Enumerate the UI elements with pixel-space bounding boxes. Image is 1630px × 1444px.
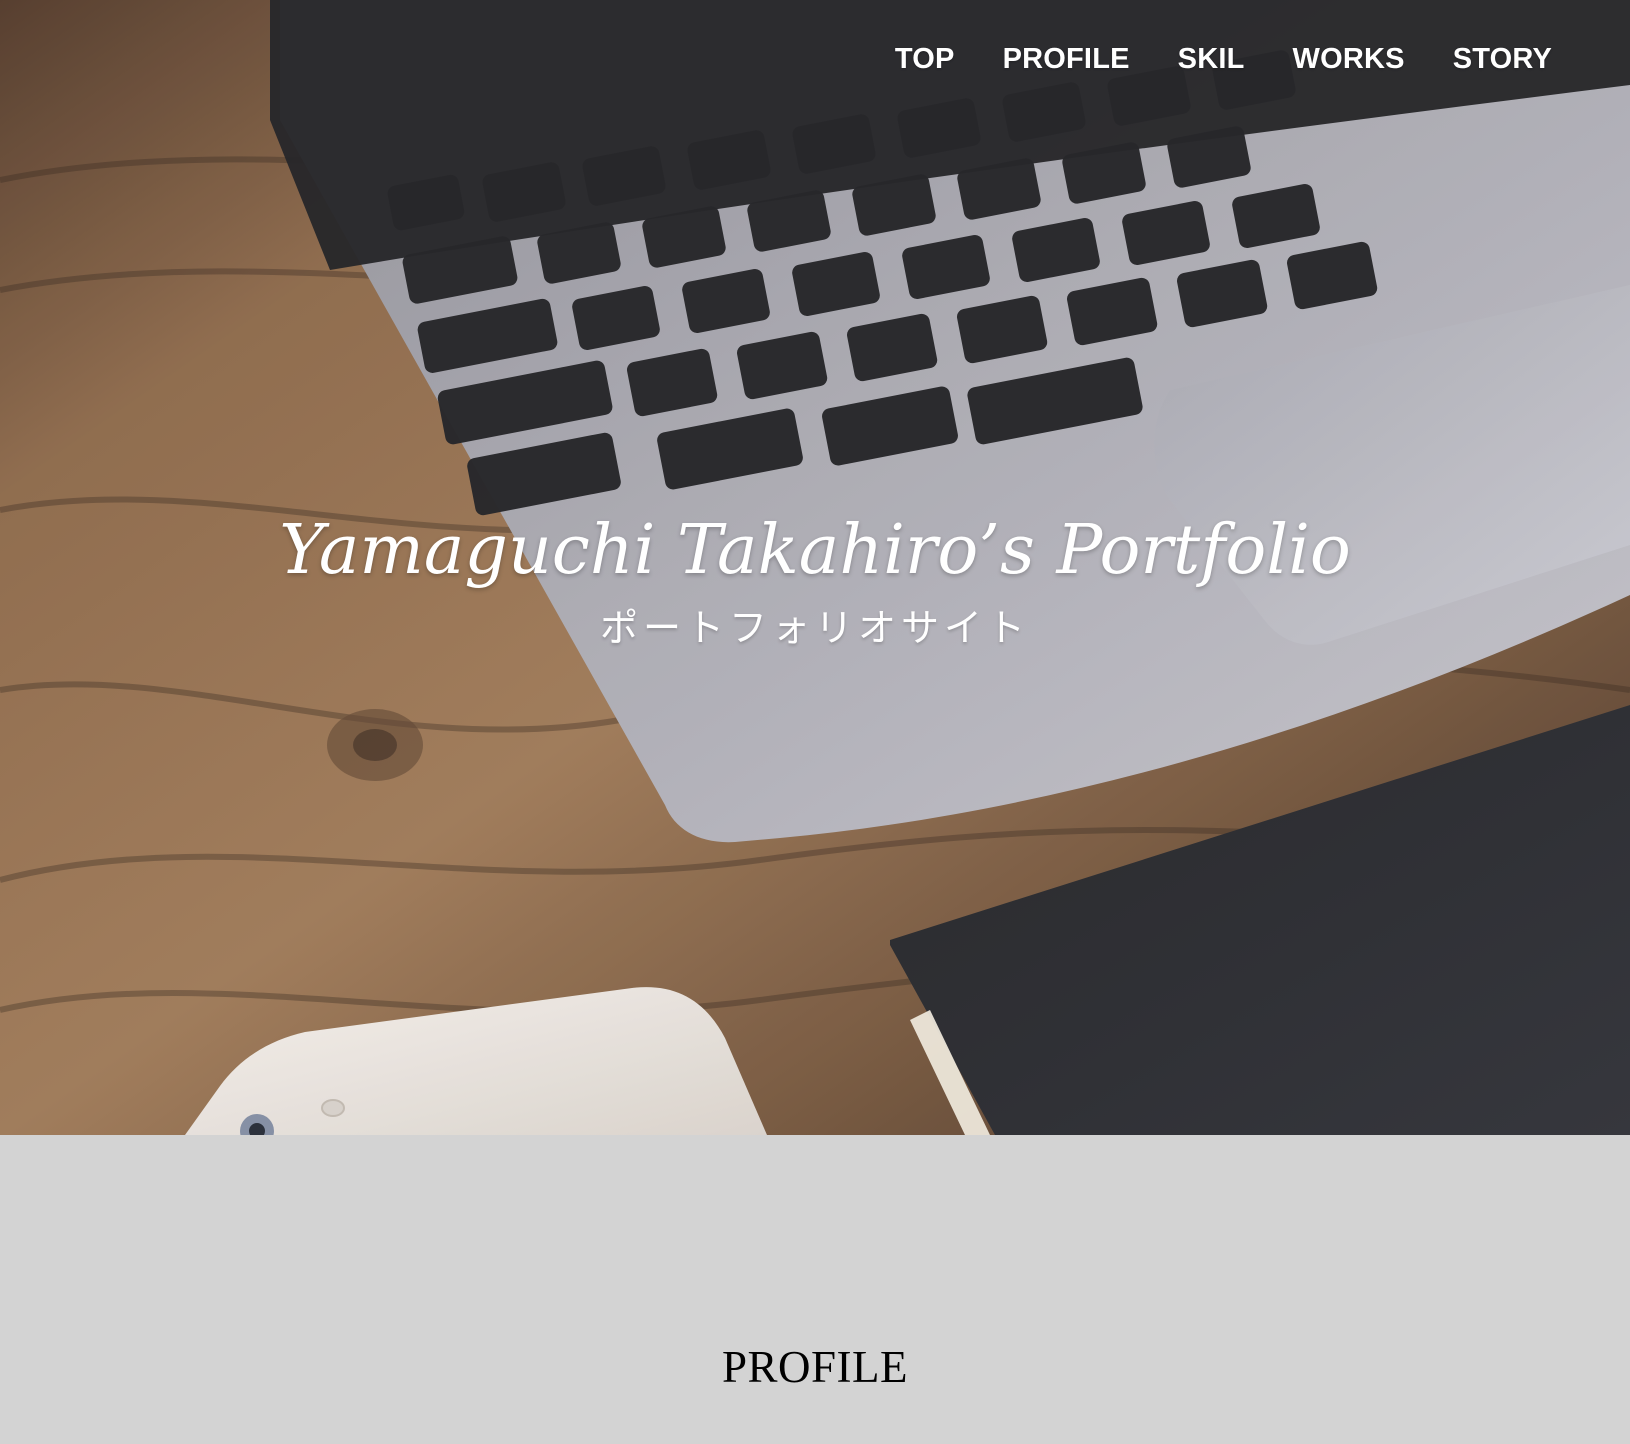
profile-section-title: PROFILE xyxy=(721,1342,909,1393)
hero-title: Yamaguchi Takahiro’s Portfolio xyxy=(279,510,1351,590)
nav-item-story[interactable]: STORY xyxy=(1453,45,1552,74)
profile-section: PROFILE xyxy=(0,1135,1630,1444)
nav-item-profile[interactable]: PROFILE xyxy=(1003,45,1130,74)
hero-subtitle: ポートフォリオサイト xyxy=(599,606,1030,650)
main-navigation: TOP PROFILE SKIL WORKS STORY xyxy=(895,45,1552,74)
nav-item-skil[interactable]: SKIL xyxy=(1178,45,1245,74)
portfolio-page: TOP PROFILE SKIL WORKS STORY Yamaguchi T… xyxy=(0,0,1630,1444)
nav-item-works[interactable]: WORKS xyxy=(1293,45,1405,74)
hero-banner: TOP PROFILE SKIL WORKS STORY Yamaguchi T… xyxy=(0,0,1630,1135)
nav-item-top[interactable]: TOP xyxy=(895,45,955,74)
